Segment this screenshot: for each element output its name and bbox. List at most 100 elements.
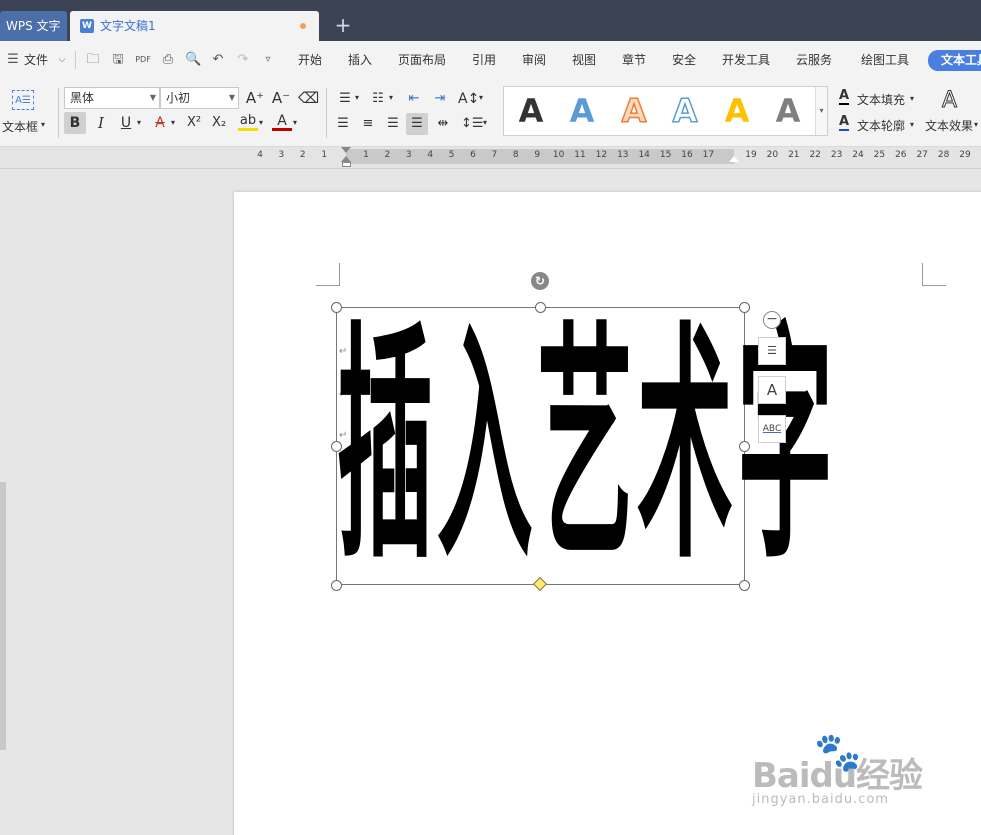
ruler-number: 21 [788,150,800,160]
chevron-down-icon: ▼ [149,93,156,102]
menu-cloud[interactable]: 云服务 [796,41,832,79]
chevron-down-icon[interactable]: ▾ [259,118,263,127]
ruler-number: 24 [852,150,864,160]
menu-insert[interactable]: 插入 [348,41,372,79]
ruler-number: 25 [873,150,886,160]
ruler-number: 2 [299,150,306,160]
text-style-button[interactable]: A [758,376,786,404]
art-text[interactable]: 插入艺术字 [337,86,833,809]
rotate-handle-icon[interactable]: ↻ [531,272,549,290]
text-effect-button[interactable]: 文本效果 [925,117,973,134]
grow-font-icon[interactable]: A⁺ [245,88,265,108]
divider [58,88,59,138]
menu-review[interactable]: 审阅 [522,41,546,79]
ruler-number: 26 [895,150,907,160]
menu-start[interactable]: 开始 [298,41,322,79]
resize-handle-top-right[interactable] [739,302,750,313]
text-outline-button[interactable]: 文本轮廓 [857,117,905,134]
textbox-dropdown-icon[interactable]: ▾ [41,120,45,129]
text-fill-icon[interactable]: A [839,89,850,105]
ruler-number: 23 [830,150,843,160]
menu-security[interactable]: 安全 [672,41,696,79]
shrink-font-icon[interactable]: A⁻ [271,88,291,108]
vertical-ruler-text-area [0,482,6,750]
resize-handle-right[interactable] [739,441,750,452]
chevron-down-icon[interactable]: ⌵ [54,52,70,68]
chevron-down-icon[interactable]: ▾ [910,94,914,103]
font-color-button[interactable]: A [272,113,292,131]
new-tab-button[interactable]: + [333,13,353,37]
ruler-number: 28 [937,150,950,160]
ruler-number: 3 [278,150,285,160]
font-size-select[interactable]: 小初 ▼ [160,87,239,109]
underline-button[interactable]: U [116,113,136,133]
layout-icon: ☰ [767,344,777,357]
watermark-brand: Baidu经验 [752,756,923,796]
unsaved-dot-icon [300,23,306,29]
document-tab-title: 文字文稿1 [100,19,156,33]
chevron-down-icon[interactable]: ▾ [293,118,297,127]
menu-drawing-tools[interactable]: 绘图工具 [861,41,909,79]
font-name-select[interactable]: 黑体 ▼ [64,87,160,109]
textbox-label[interactable]: 文本框 [2,118,38,135]
art-text-box[interactable]: 插入艺术字 [336,301,833,593]
redo-icon[interactable]: ↷ [235,52,251,68]
text-fill-button[interactable]: 文本填充 [857,91,905,108]
resize-handle-left[interactable] [331,441,342,452]
superscript-button[interactable]: X² [184,113,204,133]
textbox-icon[interactable]: A☰ [12,90,34,110]
save-icon[interactable]: 🖫 [110,52,126,68]
undo-icon[interactable]: ↶ [210,52,226,68]
vertical-ruler[interactable] [0,170,12,835]
style-gray[interactable]: A [766,91,810,131]
strikethrough-button[interactable]: A [150,113,170,133]
margin-corner-top-right [922,263,946,286]
print-icon[interactable]: ⎙ [160,52,176,68]
text-style-icon: A [766,381,778,399]
watermark-url: jingyan.baidu.com [752,792,889,807]
italic-button[interactable]: I [91,113,111,133]
app-tab[interactable]: WPS 文字 [0,11,67,41]
ruler-number: 22 [809,150,821,160]
clear-format-icon[interactable]: ⌫ [298,88,319,108]
bold-button[interactable]: B [64,112,86,134]
text-transform-button[interactable]: ABC [758,415,786,443]
document-icon: W [80,19,94,33]
collapse-icon[interactable]: − [763,311,781,329]
chevron-down-icon[interactable]: ▾ [171,118,175,127]
chevron-down-icon[interactable]: ▾ [910,120,914,129]
highlight-button[interactable]: ab [238,113,258,131]
gallery-scroll-button[interactable]: ▾ [815,87,827,135]
document-tab[interactable]: W 文字文稿1 [70,11,319,41]
divider [75,51,76,69]
ruler-number: 1 [321,150,328,160]
print-preview-icon[interactable]: 🔍 [185,52,201,68]
hamburger-icon[interactable]: ☰ [5,52,21,68]
menu-page-layout[interactable]: 页面布局 [398,41,446,79]
pdf-icon[interactable]: PDF [135,52,151,68]
menu-chapter[interactable]: 章节 [622,41,646,79]
resize-handle-top-left[interactable] [331,302,342,313]
resize-handle-bottom-right[interactable] [739,580,750,591]
subscript-button[interactable]: X₂ [209,113,229,133]
chevron-down-icon[interactable]: ▾ [137,118,141,127]
abc-icon: ABC [762,424,782,434]
layout-options-button[interactable]: ☰ [758,337,786,365]
chevron-down-icon[interactable]: ▾ [974,120,978,129]
ruler-number: 27 [916,150,928,160]
menu-references[interactable]: 引用 [472,41,496,79]
menu-text-tools[interactable]: 文本工具 [928,50,981,71]
font-size-value: 小初 [166,91,191,105]
text-outline-icon[interactable]: A [839,115,850,131]
text-effect-icon[interactable]: A [941,88,957,114]
menu-developer[interactable]: 开发工具 [722,41,770,79]
resize-handle-bottom-left[interactable] [331,580,342,591]
ruler-number: 4 [257,150,263,160]
menu-view[interactable]: 视图 [572,41,596,79]
file-menu[interactable]: 文件 [24,41,48,79]
font-name-value: 黑体 [70,91,95,105]
resize-handle-top[interactable] [535,302,546,313]
open-folder-icon[interactable]: 🗀 [85,52,101,68]
customize-toolbar-icon[interactable]: ▿ [260,52,276,68]
chevron-down-icon: ▼ [228,93,235,102]
